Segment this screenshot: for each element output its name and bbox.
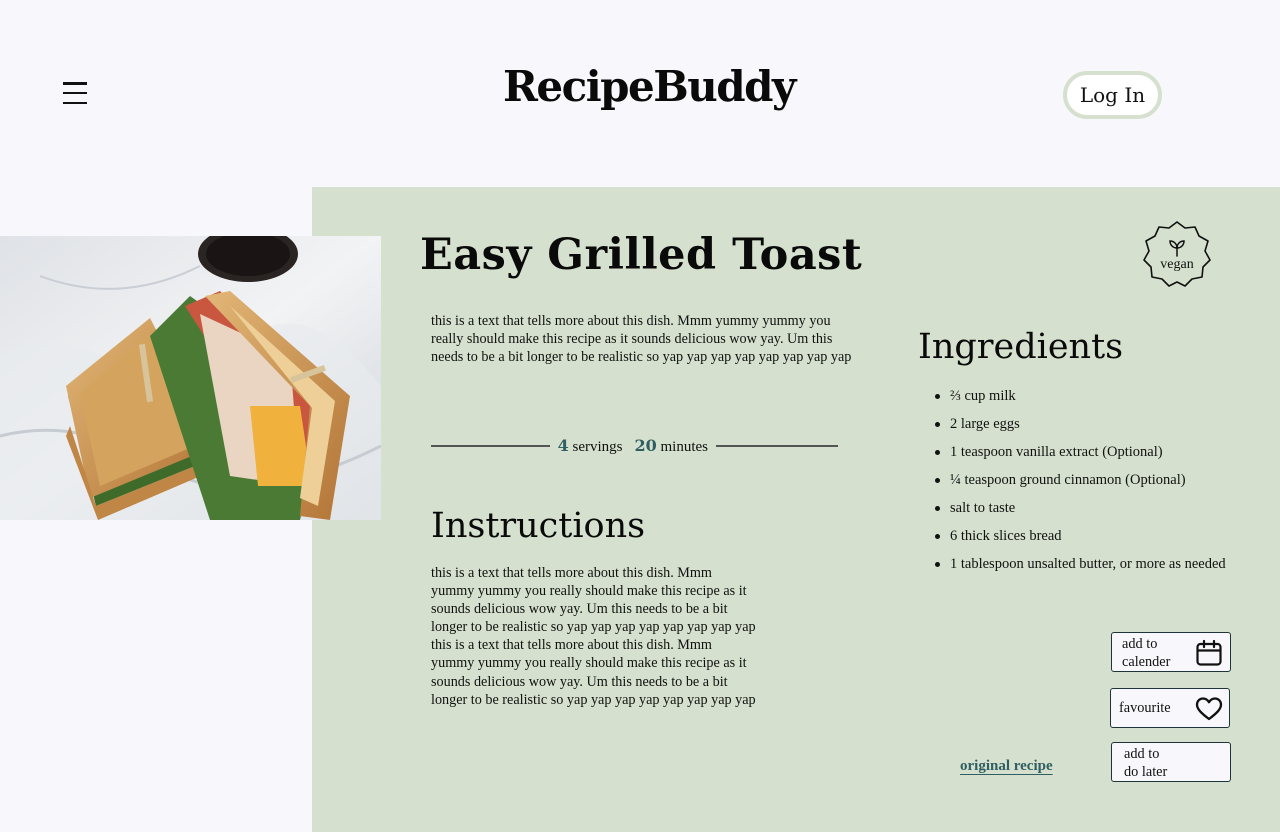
badge-outline-icon (1143, 221, 1211, 287)
instruction-line: this is a text that tells more about thi… (431, 637, 712, 654)
ingredient-item: ⅔ cup milk (934, 382, 1226, 410)
heart-icon (1195, 697, 1223, 721)
instruction-line: longer to be realistic so yap yap yap ya… (431, 619, 756, 636)
ingredient-item: salt to taste (934, 494, 1226, 522)
recipe-photo (0, 236, 381, 520)
ingredient-item: 6 thick slices bread (934, 522, 1226, 550)
divider (431, 445, 550, 447)
ingredient-item: 1 tablespoon unsalted butter, or more as… (934, 550, 1226, 578)
ingredients-heading: Ingredients (918, 327, 1124, 367)
instruction-line: sounds delicious wow yay. Um this needs … (431, 673, 728, 690)
servings-info: 4 servings (550, 436, 631, 456)
ingredients-list: ⅔ cup milk 2 large eggs 1 teaspoon vanil… (934, 382, 1226, 578)
vegan-label: vegan (1160, 257, 1194, 272)
divider (716, 445, 838, 447)
favourite-label: favourite (1119, 700, 1171, 716)
recipe-description: this is a text that tells more about thi… (431, 313, 852, 365)
instruction-line: sounds delicious wow yay. Um this needs … (431, 601, 728, 618)
instruction-line: yummy yummy you really should make this … (431, 583, 747, 600)
recipe-stats: 4 servings 20 minutes (431, 434, 838, 458)
instruction-line: longer to be realistic so yap yap yap ya… (431, 691, 756, 708)
instructions-text: this is a text that tells more about thi… (431, 564, 791, 709)
favourite-button[interactable]: favourite (1110, 688, 1230, 728)
add-to-calendar-label: add to calender (1122, 636, 1171, 670)
instructions-heading: Instructions (431, 506, 646, 546)
servings-label: servings (572, 439, 623, 455)
ingredient-item: ¼ teaspoon ground cinnamon (Optional) (934, 466, 1226, 494)
original-recipe-link[interactable]: original recipe (960, 758, 1053, 775)
add-to-calendar-button[interactable]: add to calender (1111, 632, 1231, 672)
vegan-badge: vegan (1142, 220, 1212, 290)
ingredient-item: 2 large eggs (934, 410, 1226, 438)
servings-count: 4 (557, 436, 569, 455)
leaf-sprout-icon (1169, 240, 1185, 257)
instruction-line: this is a text that tells more about thi… (431, 565, 712, 581)
login-button[interactable]: Log In (1063, 71, 1162, 119)
instruction-line: yummy yummy you really should make this … (431, 655, 747, 672)
ingredient-item: 1 teaspoon vanilla extract (Optional) (934, 438, 1226, 466)
minutes-count: 20 (634, 436, 657, 455)
time-info: 20 minutes (630, 436, 716, 456)
minutes-label: minutes (660, 439, 709, 455)
add-to-do-later-label: add to do later (1124, 746, 1168, 780)
recipe-title: Easy Grilled Toast (420, 230, 863, 280)
add-to-do-later-button[interactable]: add to do later (1111, 742, 1231, 782)
calendar-icon (1196, 639, 1222, 666)
